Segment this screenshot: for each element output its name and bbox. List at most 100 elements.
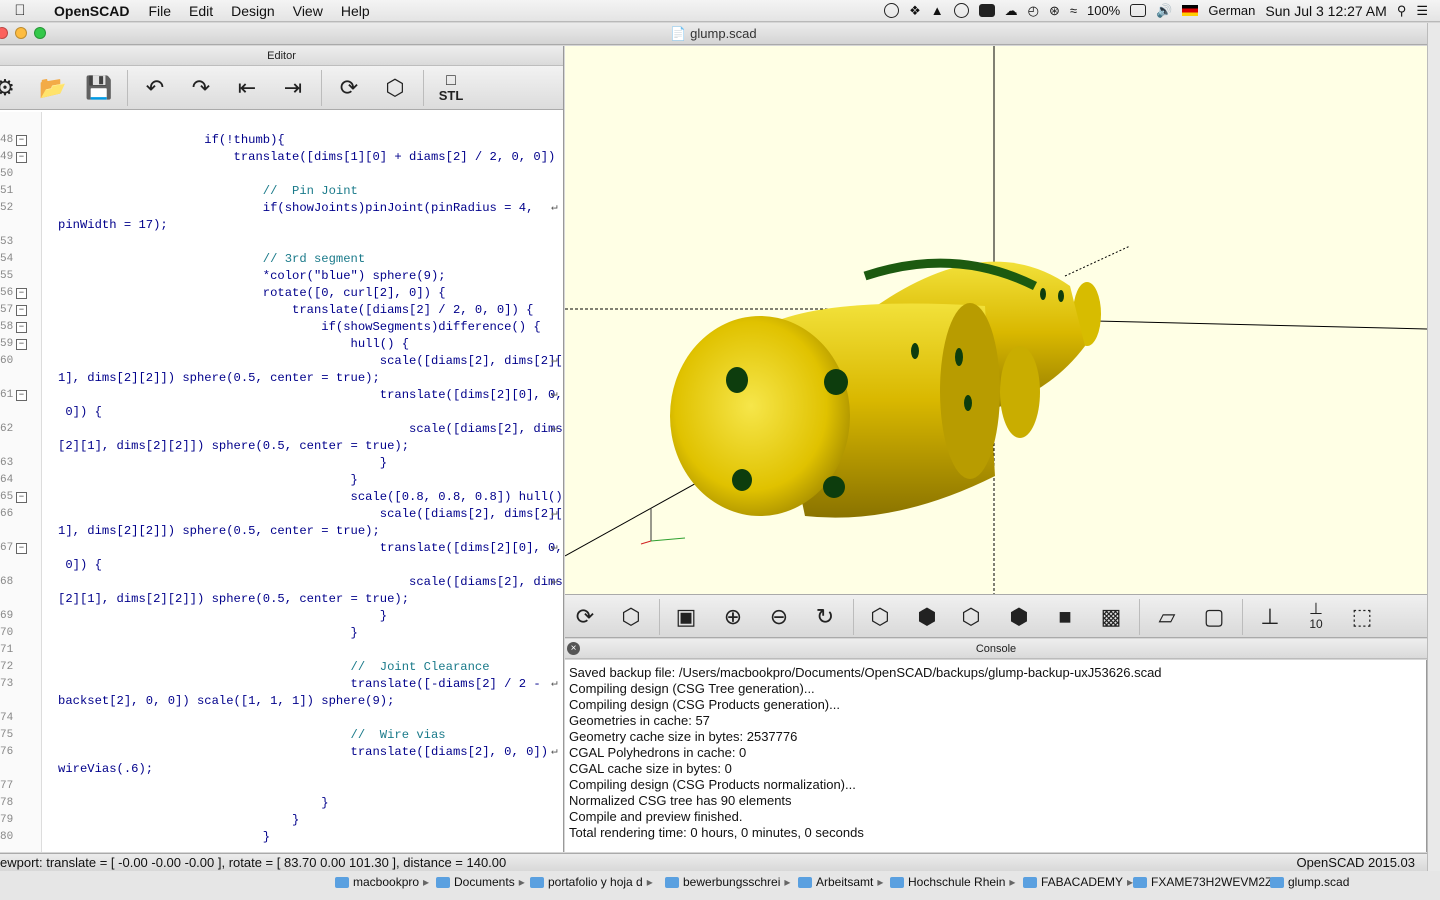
path-crumb[interactable]: Documents ▸ xyxy=(436,875,525,889)
save-file-icon[interactable]: 💾 xyxy=(84,74,114,102)
toolbar-divider xyxy=(321,70,322,106)
keyboard-layout[interactable]: German xyxy=(1208,3,1255,18)
view-right-icon[interactable]: ⬡ xyxy=(865,603,895,631)
wifi-icon[interactable]: ≈ xyxy=(1070,3,1077,18)
menu-design[interactable]: Design xyxy=(222,3,284,19)
perspective-icon[interactable]: ▱ xyxy=(1152,603,1182,631)
folder-icon xyxy=(436,876,450,888)
path-crumb[interactable]: Hochschule Rhein ▸ xyxy=(890,875,1015,889)
fold-toggle-icon[interactable]: − xyxy=(16,492,27,503)
battery-icon[interactable] xyxy=(1130,4,1147,17)
wrap-icon: ↵ xyxy=(551,389,558,401)
show-scale-markers-button[interactable]: ⊥ 10 xyxy=(1301,602,1331,632)
fold-toggle-icon[interactable]: − xyxy=(16,135,27,146)
code-text: scale([diams[2], dims xyxy=(58,422,563,436)
view-back-icon[interactable]: ▩ xyxy=(1096,603,1126,631)
indent-icon[interactable]: ⇥ xyxy=(278,74,308,102)
show-axes-icon[interactable]: ⊥ xyxy=(1255,603,1285,631)
line-number: 73 xyxy=(0,678,14,690)
console-output[interactable]: Saved backup file: /Users/macbookpro/Doc… xyxy=(565,660,1427,852)
app-menu[interactable]: OpenSCAD xyxy=(40,3,139,19)
render-icon[interactable]: ⬡ xyxy=(380,74,410,102)
volume-icon[interactable]: 🔊 xyxy=(1156,3,1172,19)
code-line: 48− if(!thumb){ xyxy=(0,132,563,149)
view-top-icon[interactable]: ⬢ xyxy=(912,603,942,631)
path-crumb[interactable]: portafolio y hoja d ▸ xyxy=(530,875,653,889)
stl-label: STL xyxy=(438,87,464,103)
chevron-right-icon: ▸ xyxy=(784,875,791,889)
fold-toggle-icon[interactable]: − xyxy=(16,322,27,333)
folder-icon xyxy=(1023,876,1037,888)
view-left-icon[interactable]: ⬢ xyxy=(1004,603,1034,631)
fold-toggle-icon[interactable]: − xyxy=(16,152,27,163)
fold-toggle-icon[interactable]: − xyxy=(16,288,27,299)
drive-icon[interactable]: ▲ xyxy=(931,3,944,18)
undo-icon[interactable]: ↶ xyxy=(140,74,170,102)
3d-viewport[interactable] xyxy=(565,46,1427,594)
code-line: 56− rotate([0, curl[2], 0]) { xyxy=(0,285,563,302)
code-line: 65− scale([0.8, 0.8, 0.8]) hull() { xyxy=(0,489,563,506)
battery-label[interactable]: 100% xyxy=(1087,3,1120,18)
code-line: 50 xyxy=(0,166,563,183)
code-text: backset[2], 0, 0]) scale([1, 1, 1]) sphe… xyxy=(58,694,395,708)
code-line: 68 scale([diams[2], dims ↵ xyxy=(0,574,563,591)
code-text: hull() { xyxy=(58,337,410,351)
unindent-icon[interactable]: ⇤ xyxy=(232,74,262,102)
dropbox-icon[interactable]: ❖ xyxy=(909,3,921,19)
line-number: 75 xyxy=(0,729,14,741)
new-file-icon[interactable]: ⚙ xyxy=(0,74,20,102)
zoom-in-icon[interactable]: ⊕ xyxy=(718,603,748,631)
code-line: [2][1], dims[2][2]]) sphere(0.5, center … xyxy=(0,438,563,455)
export-stl-button[interactable]: □ STL xyxy=(436,72,466,103)
code-text: translate([dims[1][0] + diams[2] / 2, 0,… xyxy=(58,150,563,164)
line-number: 63 xyxy=(0,457,14,469)
apple-icon[interactable]:  xyxy=(0,2,40,19)
path-crumb[interactable]: FXAME73H2WEVM2Z▸ xyxy=(1133,875,1282,889)
zoom-out-icon[interactable]: ⊖ xyxy=(764,603,794,631)
line-number: 64 xyxy=(0,474,14,486)
path-crumb[interactable]: macbookpro ▸ xyxy=(335,875,429,889)
code-editor[interactable]: 48− if(!thumb){49− translate([dims[1][0]… xyxy=(0,112,563,852)
fold-toggle-icon[interactable]: − xyxy=(16,339,27,350)
cloud-icon[interactable]: ☁ xyxy=(1005,3,1018,19)
close-icon[interactable]: × xyxy=(567,642,580,655)
sync-icon[interactable] xyxy=(953,3,969,18)
path-crumb[interactable]: FABACADEMY ▸ xyxy=(1023,875,1133,889)
view-bottom-icon[interactable]: ⬡ xyxy=(956,603,986,631)
view-front-icon[interactable]: ■ xyxy=(1050,603,1080,631)
view-all-icon[interactable]: ▣ xyxy=(671,603,701,631)
fold-toggle-icon[interactable]: − xyxy=(16,543,27,554)
path-crumb[interactable]: bewerbungsschrei ▸ xyxy=(665,875,790,889)
menu-view[interactable]: View xyxy=(284,3,332,19)
redo-icon[interactable]: ↷ xyxy=(186,74,216,102)
bluetooth-icon[interactable]: ⊛ xyxy=(1049,3,1060,19)
code-text: 0]) { xyxy=(58,558,102,572)
line-number: 68 xyxy=(0,576,14,588)
preview-icon[interactable]: ⟳ xyxy=(570,603,600,631)
code-text: 1], dims[2][2]]) sphere(0.5, center = tr… xyxy=(58,524,380,538)
spotlight-icon[interactable]: ⚲ xyxy=(1397,3,1407,19)
time-machine-icon[interactable]: ◴ xyxy=(1028,3,1039,19)
fold-toggle-icon[interactable]: − xyxy=(16,305,27,316)
code-line: 63 } xyxy=(0,455,563,472)
reset-view-icon[interactable]: ↻ xyxy=(810,603,840,631)
menu-help[interactable]: Help xyxy=(332,3,379,19)
show-edges-icon[interactable]: ⬚ xyxy=(1347,603,1377,631)
path-crumb[interactable]: glump.scad xyxy=(1270,875,1349,889)
preview-icon[interactable]: ⟳ xyxy=(334,74,364,102)
path-crumb[interactable]: Arbeitsamt ▸ xyxy=(798,875,883,889)
path-crumb-label: FABACADEMY xyxy=(1041,875,1124,889)
code-line: 75 // Wire vias xyxy=(0,727,563,744)
open-file-icon[interactable]: 📂 xyxy=(38,74,68,102)
menu-file[interactable]: File xyxy=(139,3,180,19)
check-icon[interactable] xyxy=(884,3,900,18)
menu-edit[interactable]: Edit xyxy=(180,3,222,19)
display-icon[interactable] xyxy=(978,4,995,17)
clock[interactable]: Sun Jul 3 12:27 AM xyxy=(1265,3,1386,19)
code-line: wireVias(.6); xyxy=(0,761,563,778)
german-flag-icon[interactable] xyxy=(1182,5,1199,16)
orthogonal-icon[interactable]: ▢ xyxy=(1199,603,1229,631)
notification-center-icon[interactable]: ☰ xyxy=(1416,3,1428,19)
render-icon[interactable]: ⬡ xyxy=(616,603,646,631)
fold-toggle-icon[interactable]: − xyxy=(16,390,27,401)
